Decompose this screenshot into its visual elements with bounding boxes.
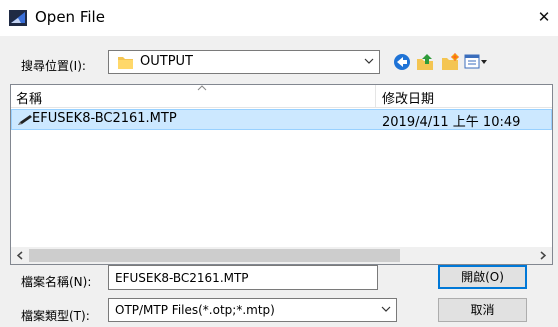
up-folder-icon[interactable] bbox=[416, 53, 434, 71]
back-icon[interactable] bbox=[393, 53, 411, 71]
column-header-name[interactable]: 名稱 bbox=[16, 88, 42, 107]
sort-ascending-icon bbox=[197, 85, 207, 91]
column-divider[interactable] bbox=[375, 85, 376, 107]
file-name-cell: EFUSEK8-BC2161.MTP bbox=[32, 111, 177, 126]
dialog-body: 搜尋位置(I): OUTPUT 名稱 修改日期 EFUSEK8-BC2161.M… bbox=[0, 36, 558, 327]
column-header-row: 名稱 修改日期 bbox=[11, 85, 552, 108]
folder-icon bbox=[118, 57, 133, 69]
table-row[interactable]: EFUSEK8-BC2161.MTP 2019/4/11 上午 10:49 bbox=[11, 109, 552, 130]
filetype-value: OTP/MTP Files(*.otp;*.mtp) bbox=[115, 303, 275, 317]
view-menu-icon[interactable] bbox=[464, 53, 488, 71]
close-button[interactable]: ✕ bbox=[534, 6, 554, 28]
file-list[interactable]: 名稱 修改日期 EFUSEK8-BC2161.MTP 2019/4/11 上午 … bbox=[10, 84, 553, 265]
window-title: Open File bbox=[35, 8, 105, 26]
scroll-right-icon[interactable] bbox=[537, 249, 549, 262]
chevron-down-icon bbox=[364, 58, 374, 64]
lookin-value: OUTPUT bbox=[140, 54, 193, 69]
file-date-cell: 2019/4/11 上午 10:49 bbox=[382, 115, 521, 130]
app-icon bbox=[9, 10, 27, 26]
lookin-label: 搜尋位置(I): bbox=[21, 59, 86, 73]
chevron-down-icon bbox=[381, 306, 391, 312]
column-header-date[interactable]: 修改日期 bbox=[382, 88, 434, 107]
filename-input[interactable] bbox=[108, 265, 378, 290]
file-icon bbox=[18, 115, 32, 125]
title-bar: Open File ✕ bbox=[0, 0, 558, 36]
scroll-left-icon[interactable] bbox=[14, 249, 26, 262]
close-icon: ✕ bbox=[537, 8, 551, 26]
open-button[interactable]: 開啟(O) bbox=[438, 265, 527, 289]
filename-label: 檔案名稱(N): bbox=[21, 275, 92, 289]
filetype-dropdown[interactable]: OTP/MTP Files(*.otp;*.mtp) bbox=[108, 298, 397, 322]
horizontal-scrollbar[interactable] bbox=[11, 247, 552, 264]
cancel-button[interactable]: 取消 bbox=[438, 298, 527, 322]
new-folder-icon[interactable] bbox=[441, 53, 459, 71]
scrollbar-thumb[interactable] bbox=[29, 249, 400, 262]
lookin-dropdown[interactable]: OUTPUT bbox=[108, 50, 380, 74]
filetype-label: 檔案類型(T): bbox=[21, 309, 90, 323]
